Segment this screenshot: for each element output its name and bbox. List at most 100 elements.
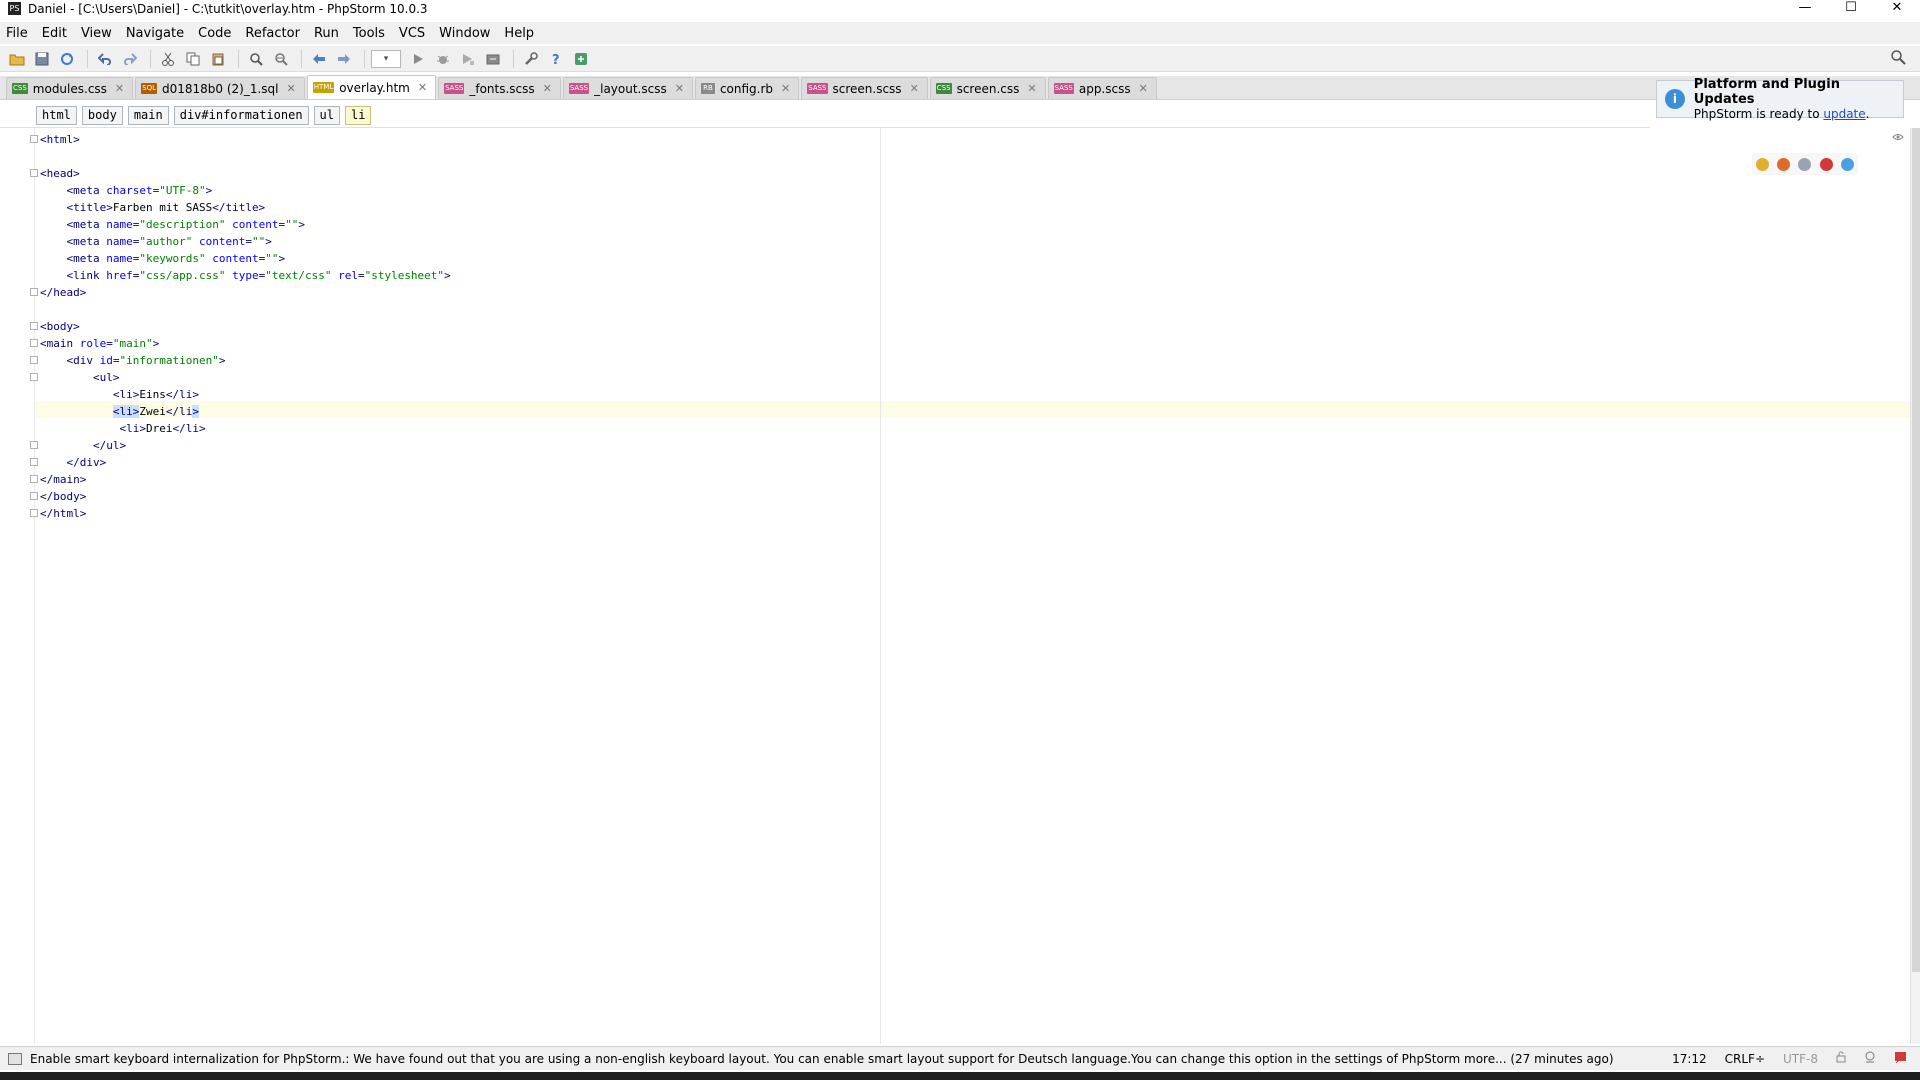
run-configuration-dropdown[interactable]: ▾ <box>371 49 401 68</box>
minimize-button[interactable]: — <box>1782 0 1828 17</box>
run-icon[interactable] <box>407 48 429 70</box>
code-line[interactable]: </head> <box>40 284 451 301</box>
maximize-button[interactable]: ☐ <box>1828 0 1874 17</box>
code-line[interactable]: <head> <box>40 165 451 182</box>
help-icon[interactable]: ? <box>545 48 567 70</box>
plugin-icon[interactable] <box>570 48 592 70</box>
file-encoding[interactable]: UTF-8 <box>1783 1052 1818 1066</box>
editor-tab[interactable]: CSS modules.css ✕ <box>6 77 134 99</box>
close-window-button[interactable]: ✕ <box>1874 0 1920 17</box>
ie-icon[interactable] <box>1840 157 1854 171</box>
event-log-icon[interactable] <box>1894 1051 1908 1066</box>
opera-icon[interactable] <box>1819 157 1833 171</box>
code-line[interactable]: <meta charset="UTF-8"> <box>40 182 451 199</box>
code-line[interactable]: </main> <box>40 471 451 488</box>
breadcrumb-item[interactable]: ul <box>313 106 340 125</box>
code-line[interactable]: <meta name="keywords" content=""> <box>40 250 451 267</box>
menu-run[interactable]: Run <box>314 26 339 41</box>
menu-navigate[interactable]: Navigate <box>126 26 184 41</box>
close-tab-icon[interactable]: ✕ <box>1139 82 1148 95</box>
debug-icon[interactable] <box>432 48 454 70</box>
menu-tools[interactable]: Tools <box>353 26 385 41</box>
close-tab-icon[interactable]: ✕ <box>781 82 790 95</box>
code-line[interactable]: <ul> <box>40 369 451 386</box>
menu-file[interactable]: File <box>6 26 28 41</box>
code-line[interactable] <box>40 301 451 318</box>
breadcrumb-item[interactable]: div#informationen <box>173 106 309 125</box>
fold-marker-icon[interactable] <box>30 458 38 466</box>
close-tab-icon[interactable]: ✕ <box>543 82 552 95</box>
fold-marker-icon[interactable] <box>30 339 38 347</box>
synchronize-icon[interactable] <box>56 48 78 70</box>
code-line[interactable]: <li>Drei</li> <box>40 420 451 437</box>
code-line[interactable]: <html> <box>40 131 451 148</box>
forward-icon[interactable] <box>333 48 355 70</box>
code-line[interactable]: </div> <box>40 454 451 471</box>
code-line[interactable]: </ul> <box>40 437 451 454</box>
run-coverage-icon[interactable] <box>457 48 479 70</box>
editor-tab[interactable]: HTML overlay.htm ✕ <box>306 75 437 99</box>
code-editor[interactable]: <html> <head> <meta charset="UTF-8"> <ti… <box>0 128 1920 1044</box>
code-line[interactable]: <meta name="description" content=""> <box>40 216 451 233</box>
menu-edit[interactable]: Edit <box>42 26 67 41</box>
code-line[interactable]: <div id="informationen"> <box>40 352 451 369</box>
editor-tab[interactable]: SASS app.scss ✕ <box>1047 77 1157 99</box>
hector-icon[interactable] <box>1864 1051 1876 1066</box>
status-message[interactable]: Enable smart keyboard internalization fo… <box>30 1052 1614 1066</box>
code-line[interactable]: </html> <box>40 505 451 522</box>
settings-wrench-icon[interactable] <box>520 48 542 70</box>
breadcrumb-item[interactable]: main <box>127 106 169 125</box>
update-notification[interactable]: i Platform and Plugin Updates PhpStorm i… <box>1656 77 1904 121</box>
line-separator[interactable]: CRLF÷ <box>1725 1052 1765 1066</box>
fold-marker-icon[interactable] <box>30 475 38 483</box>
fold-marker-icon[interactable] <box>30 356 38 364</box>
replace-icon[interactable] <box>270 48 292 70</box>
code-line[interactable]: <li>Zwei</li> <box>40 403 451 420</box>
search-everywhere-icon[interactable] <box>1890 49 1906 69</box>
editor-tab[interactable]: SQL d01818b0 (2)_1.sql ✕ <box>135 77 305 99</box>
firefox-icon[interactable] <box>1777 157 1791 171</box>
chrome-icon[interactable] <box>1756 157 1770 171</box>
close-tab-icon[interactable]: ✕ <box>1027 82 1036 95</box>
find-icon[interactable] <box>245 48 267 70</box>
code-line[interactable] <box>40 148 451 165</box>
paste-icon[interactable] <box>207 48 229 70</box>
update-link[interactable]: update <box>1823 107 1865 121</box>
caret-position[interactable]: 17:12 <box>1672 1052 1707 1066</box>
code-line[interactable]: </body> <box>40 488 451 505</box>
breadcrumb-item[interactable]: html <box>36 106 77 125</box>
breadcrumb-item[interactable]: li <box>345 106 372 125</box>
tool-windows-icon[interactable] <box>8 1052 22 1065</box>
cut-icon[interactable] <box>157 48 179 70</box>
code-line[interactable]: <body> <box>40 318 451 335</box>
undo-icon[interactable] <box>94 48 116 70</box>
fold-marker-icon[interactable] <box>30 322 38 330</box>
save-all-icon[interactable] <box>31 48 53 70</box>
vertical-scrollbar[interactable] <box>1910 128 1920 1044</box>
menu-view[interactable]: View <box>81 26 112 41</box>
menu-code[interactable]: Code <box>198 26 231 41</box>
eye-icon[interactable] <box>1892 131 1904 144</box>
code-line[interactable]: <title>Farben mit SASS</title> <box>40 199 451 216</box>
close-tab-icon[interactable]: ✕ <box>418 81 427 94</box>
close-tab-icon[interactable]: ✕ <box>910 82 919 95</box>
redo-icon[interactable] <box>119 48 141 70</box>
editor-tab[interactable]: RB config.rb ✕ <box>694 77 800 99</box>
menu-vcs[interactable]: VCS <box>399 26 425 41</box>
attach-debugger-icon[interactable] <box>482 48 504 70</box>
code-line[interactable]: <main role="main"> <box>40 335 451 352</box>
open-folder-icon[interactable] <box>6 48 28 70</box>
menu-window[interactable]: Window <box>439 26 490 41</box>
fold-marker-icon[interactable] <box>30 169 38 177</box>
menu-help[interactable]: Help <box>504 26 534 41</box>
scrollbar-thumb[interactable] <box>1912 128 1920 972</box>
safari-icon[interactable] <box>1798 157 1812 171</box>
fold-marker-icon[interactable] <box>30 288 38 296</box>
editor-tab[interactable]: SASS _fonts.scss ✕ <box>438 77 561 99</box>
copy-icon[interactable] <box>182 48 204 70</box>
editor-tab[interactable]: SASS screen.scss ✕ <box>801 77 928 99</box>
close-tab-icon[interactable]: ✕ <box>287 82 296 95</box>
lock-icon[interactable] <box>1836 1051 1846 1066</box>
code-content[interactable]: <html> <head> <meta charset="UTF-8"> <ti… <box>40 131 451 522</box>
fold-marker-icon[interactable] <box>30 373 38 381</box>
